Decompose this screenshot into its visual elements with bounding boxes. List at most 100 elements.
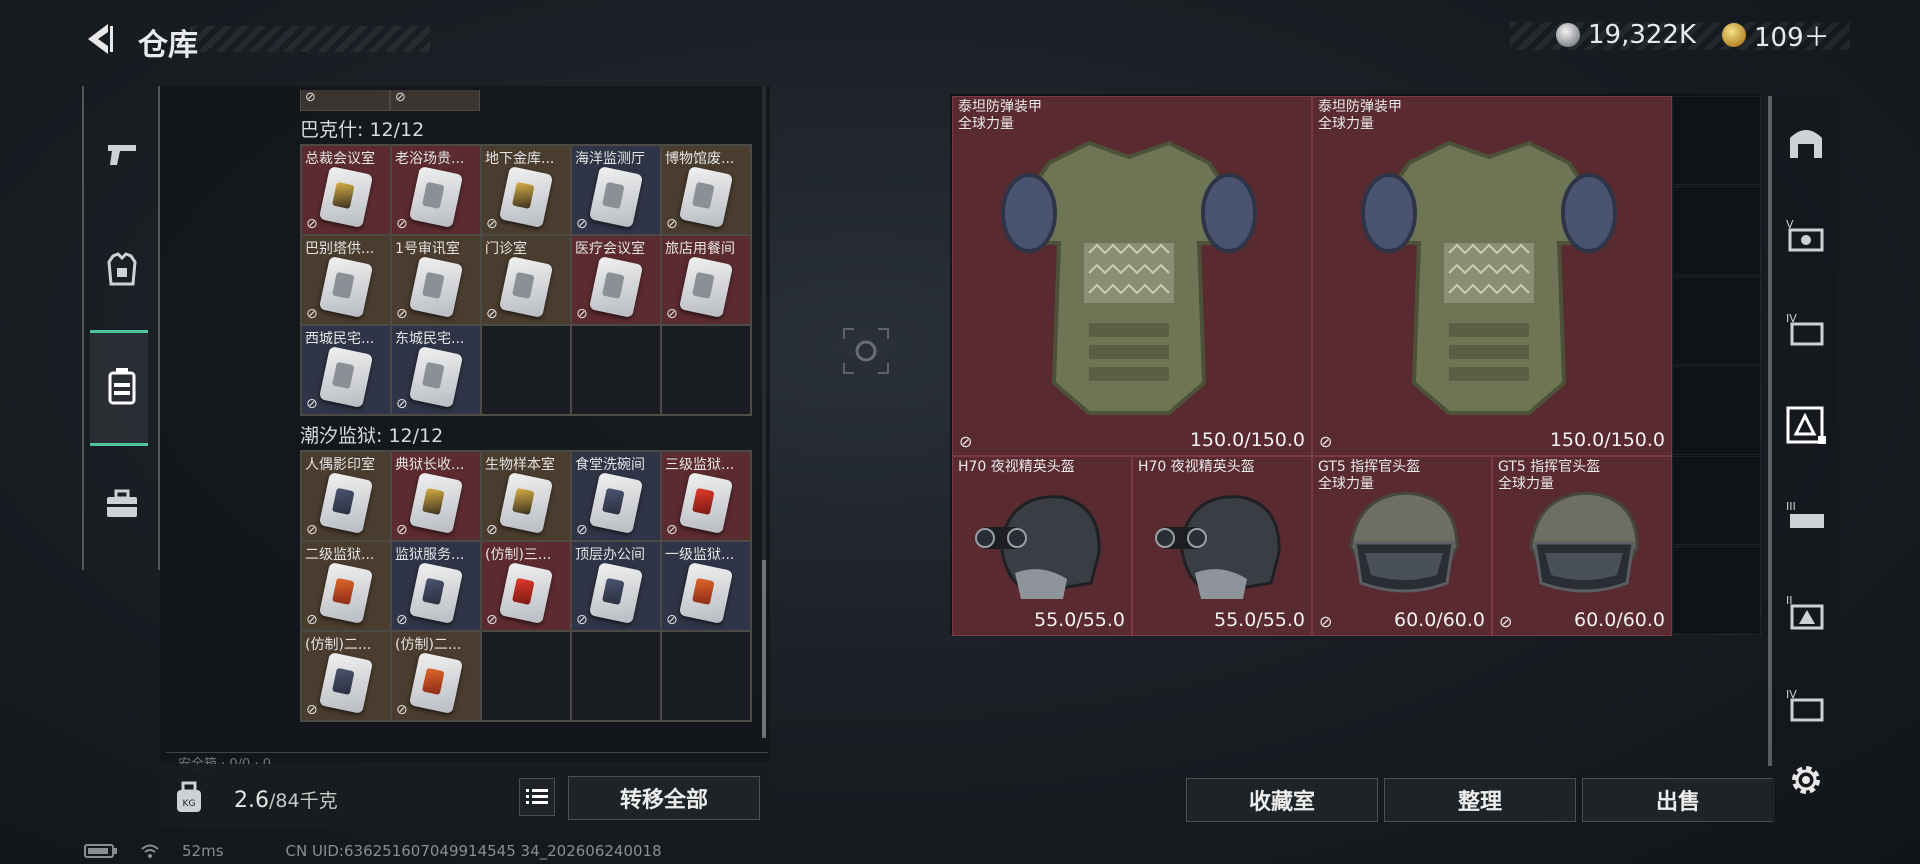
equipment-name: GT5 指挥官头盔 全球力量 <box>1498 459 1600 493</box>
no-transfer-icon: ⊘ <box>486 612 498 628</box>
keycard-cell[interactable]: 东城民宅... ⊘ <box>392 326 480 414</box>
ping-text: 52ms <box>182 842 224 860</box>
sort-button[interactable]: 整理 <box>1384 778 1576 822</box>
gold-currency[interactable]: 109＋ <box>1722 18 1830 53</box>
equipment-empty-slot[interactable] <box>1672 366 1761 455</box>
back-icon[interactable] <box>82 22 114 56</box>
nav-toolbox[interactable] <box>92 474 152 534</box>
keycard-cell[interactable]: 监狱服务... ⊘ <box>392 542 480 630</box>
empty-slot[interactable] <box>572 326 660 414</box>
keycard-cell[interactable]: 一级监狱... ⊘ <box>662 542 750 630</box>
keycard-cell[interactable]: 总裁会议室 ⊘ <box>302 146 390 234</box>
rail-stash-iv-2[interactable]: IV <box>1782 682 1830 730</box>
keycard-name: (仿制)二... <box>305 637 372 653</box>
equipment-item-gt5[interactable]: GT5 指挥官头盔 全球力量 60.0/60.0 ⊘ <box>1312 456 1492 636</box>
sell-button[interactable]: 出售 <box>1582 778 1774 822</box>
equipment-empty-slot[interactable] <box>1672 456 1761 545</box>
rail-stash-iv[interactable]: IV <box>1782 306 1830 354</box>
section-label-tidal-prison: 潮汐监狱: 12/12 <box>300 425 444 447</box>
keycard-cell[interactable]: 1号审讯室 ⊘ <box>392 236 480 324</box>
equipment-empty-slot[interactable] <box>1672 276 1761 365</box>
keycard-cell[interactable]: 门诊室 ⊘ <box>482 236 570 324</box>
settings-button[interactable] <box>1782 756 1830 804</box>
keycard-icon <box>408 652 464 714</box>
keycard-cell[interactable]: 三级监狱... ⊘ <box>662 452 750 540</box>
bunker-icon <box>1790 130 1822 158</box>
equipment-empty-slot[interactable] <box>1672 546 1761 635</box>
equipment-name: H70 夜视精英头盔 <box>958 459 1075 476</box>
keycard-icon <box>318 562 374 624</box>
empty-slot[interactable] <box>662 632 750 720</box>
gold-amount: 109＋ <box>1754 22 1830 53</box>
keycard-cell[interactable]: 西城民宅... ⊘ <box>302 326 390 414</box>
keycard-cell[interactable]: 医疗会议室 ⊘ <box>572 236 660 324</box>
rail-stash-iii[interactable]: III <box>1782 494 1830 542</box>
nav-armor[interactable] <box>92 240 152 300</box>
empty-slot[interactable] <box>662 326 750 414</box>
equipment-empty-slot[interactable] <box>1672 96 1761 185</box>
equipment-title: GT5 指挥官头盔 <box>1318 459 1421 475</box>
keycard-icon <box>588 256 644 318</box>
keycard-cell[interactable]: 老浴场贵... ⊘ <box>392 146 480 234</box>
keycard-name: 二级监狱... <box>305 547 375 563</box>
rail-stash-v[interactable]: V <box>1782 212 1830 260</box>
equipment-item-armor[interactable]: 泰坦防弹装甲 全球力量 150.0/150.0 ⊘ <box>952 96 1312 456</box>
stash-grid-tidal-prison: 人偶影印室 ⊘ 典狱长收... ⊘ 生物样本室 ⊘ 食堂洗碗间 ⊘ 三级监狱... ⊘ 二级监狱..… <box>300 450 752 722</box>
stash-scroll-thumb[interactable] <box>762 560 766 738</box>
collection-room-button[interactable]: 收藏室 <box>1186 778 1378 822</box>
no-transfer-icon: ⊘ <box>306 612 318 628</box>
keycard-cell[interactable]: 食堂洗碗间 ⊘ <box>572 452 660 540</box>
keycard-name: 典狱长收... <box>395 457 465 473</box>
equipment-title: 泰坦防弹装甲 <box>958 99 1042 115</box>
keycard-name: 门诊室 <box>485 241 527 257</box>
keycard-name: 地下金库... <box>485 151 555 167</box>
keycard-cell[interactable]: 巴别塔供... ⊘ <box>302 236 390 324</box>
svg-text:III: III <box>1786 500 1796 513</box>
nav-weapon[interactable] <box>92 124 152 184</box>
no-transfer-icon: ⊘ <box>396 522 408 538</box>
settings-icon <box>1792 766 1820 794</box>
empty-slot[interactable] <box>482 326 570 414</box>
keycard-cell[interactable]: (仿制)二... ⊘ <box>302 632 390 720</box>
toolbox-icon <box>107 489 137 517</box>
keycard-cell[interactable]: (仿制)三... ⊘ <box>482 542 570 630</box>
stash-cell-truncated[interactable]: ⊘ <box>390 90 480 111</box>
no-transfer-icon: ⊘ <box>305 90 316 105</box>
keycard-cell[interactable]: 海洋监测厅 ⊘ <box>572 146 660 234</box>
keycard-name: 老浴场贵... <box>395 151 465 167</box>
no-transfer-icon: ⊘ <box>486 522 498 538</box>
rail-stash-ii[interactable]: II <box>1782 588 1830 636</box>
keycard-cell[interactable]: 旅店用餐间 ⊘ <box>662 236 750 324</box>
title-decor <box>190 26 430 52</box>
silver-currency: 19,322K <box>1556 18 1696 52</box>
no-transfer-icon: ⊘ <box>666 216 678 232</box>
keycard-cell[interactable]: 二级监狱... ⊘ <box>302 542 390 630</box>
nav-stash[interactable] <box>92 356 152 416</box>
empty-slot[interactable] <box>482 632 570 720</box>
keycard-icon <box>678 256 734 318</box>
rail-bunker[interactable] <box>1782 118 1830 166</box>
list-view-button[interactable] <box>519 778 555 816</box>
keycard-cell[interactable]: 地下金库... ⊘ <box>482 146 570 234</box>
keycard-cell[interactable]: 博物馆废... ⊘ <box>662 146 750 234</box>
rail-stash-selected[interactable] <box>1782 400 1830 448</box>
equipment-item-nvg[interactable]: H70 夜视精英头盔 55.0/55.0 <box>1132 456 1312 636</box>
stash-grid-bakshi: 总裁会议室 ⊘ 老浴场贵... ⊘ 地下金库... ⊘ 海洋监测厅 ⊘ 博物馆废... ⊘ 巴别塔供… <box>300 144 752 416</box>
transfer-all-button[interactable]: 转移全部 <box>568 776 760 820</box>
equipment-item-gt5[interactable]: GT5 指挥官头盔 全球力量 60.0/60.0 ⊘ <box>1492 456 1672 636</box>
equipment-item-armor[interactable]: 泰坦防弹装甲 全球力量 150.0/150.0 ⊘ <box>1312 96 1672 456</box>
keycard-cell[interactable]: (仿制)二... ⊘ <box>392 632 480 720</box>
empty-slot[interactable] <box>572 632 660 720</box>
page-title: 仓库 <box>138 28 198 63</box>
keycard-cell[interactable]: 生物样本室 ⊘ <box>482 452 570 540</box>
keycard-cell[interactable]: 人偶影印室 ⊘ <box>302 452 390 540</box>
no-transfer-icon: ⊘ <box>306 306 318 322</box>
body-armor-icon <box>1349 123 1629 427</box>
equipment-empty-slot[interactable] <box>1672 186 1761 275</box>
equipment-item-nvg[interactable]: H70 夜视精英头盔 55.0/55.0 <box>952 456 1132 636</box>
no-transfer-icon: ⊘ <box>959 432 973 451</box>
keycard-cell[interactable]: 典狱长收... ⊘ <box>392 452 480 540</box>
wifi-icon <box>141 844 159 858</box>
keycard-cell[interactable]: 顶层办公间 ⊘ <box>572 542 660 630</box>
stash-cell-truncated[interactable]: ⊘ <box>300 90 390 111</box>
